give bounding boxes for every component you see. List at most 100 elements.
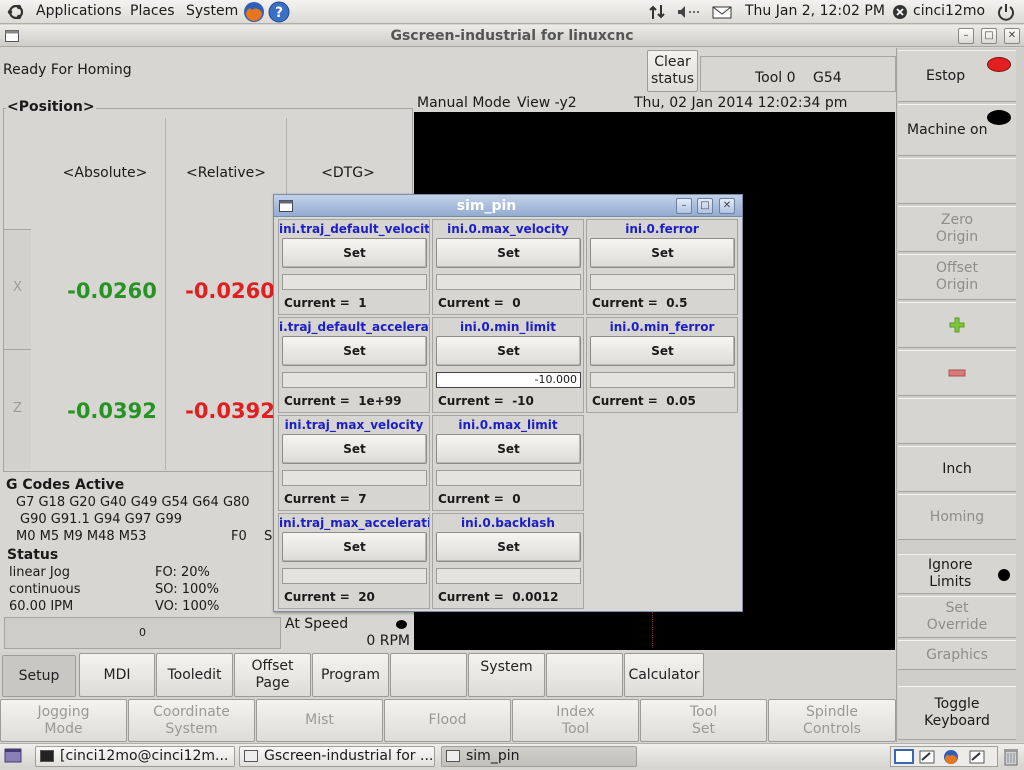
menu-applications[interactable]: Applications [36,3,122,19]
ubuntu-logo-icon[interactable] [6,3,28,21]
zero-origin-button[interactable]: Zero Origin [898,206,1016,252]
trash-icon[interactable] [1003,747,1019,770]
pin-value-input[interactable] [282,372,427,388]
pin-set-button[interactable]: Set [436,238,581,268]
spindle-override: SO: 100% [155,582,219,597]
maximize-icon[interactable]: □ [981,28,997,44]
pin-current-prefix: Current = [284,590,350,604]
blank-tab-2[interactable] [546,653,623,697]
jog-type: linear Jog [9,565,70,580]
blank-button-2[interactable] [898,398,1016,444]
pin-set-button[interactable]: Set [436,336,581,366]
firefox-icon[interactable] [243,1,265,27]
tab-mdi[interactable]: MDI [79,653,155,697]
pin-set-button[interactable]: Set [436,434,581,464]
volume-muted-icon[interactable] [676,5,700,23]
relative-header: <Relative> [186,165,266,181]
tab-program[interactable]: Program [312,653,389,697]
blank-button[interactable] [898,158,1016,204]
pin-set-button[interactable]: Set [436,532,581,562]
window-title-bar[interactable]: Gscreen-industrial for linuxcnc – □ ✕ [0,25,1024,47]
index-tool-button[interactable]: Index Tool [512,699,639,742]
pin-name: ini.0.min_limit [460,320,556,334]
task-terminal[interactable]: [cinci12mo@cinci12m... [35,746,235,767]
editor-icon[interactable] [919,750,935,768]
tab-calculator[interactable]: Calculator [624,653,704,697]
blank-tab[interactable] [390,653,467,697]
menu-system[interactable]: System [186,3,238,19]
minimize-icon[interactable]: – [958,28,974,44]
close-icon[interactable]: ✕ [719,198,735,214]
pin-current-value: Current = -10 [438,394,534,408]
pin-cell: ini.0.backlash Set Current = 0.0012 [432,513,584,609]
pin-set-button[interactable]: Set [282,532,427,562]
jog-increment-bar[interactable]: 0 [4,617,281,649]
task-gscreen[interactable]: Gscreen-industrial for ... [239,746,435,767]
mail-icon[interactable] [712,6,732,23]
help-icon[interactable]: ? [268,1,290,27]
pin-value-input[interactable]: -10.000 [436,372,581,388]
homing-button[interactable]: Homing [898,494,1016,540]
editor-icon[interactable] [969,750,985,768]
jogging-mode-button[interactable]: Jogging Mode [0,699,127,742]
tab-offset-page[interactable]: Offset Page [234,653,311,697]
pin-value-input[interactable] [282,274,427,290]
tab-system[interactable]: System [468,653,545,697]
jog-plus-button[interactable] [898,302,1016,348]
tool-set-button[interactable]: Tool Set [640,699,767,742]
tab-setup[interactable]: Setup [2,655,76,697]
sim-pin-window[interactable]: sim_pin – □ ✕ ini.traj_default_velocity S… [273,194,743,612]
pin-value-input[interactable] [590,372,735,388]
pin-set-button[interactable]: Set [282,336,427,366]
pin-set-button[interactable]: Set [590,336,735,366]
set-override-button[interactable]: Set Override [898,596,1016,638]
maximize-icon[interactable]: □ [697,198,713,214]
x-absolute-value: -0.0260 [67,279,157,303]
plus-icon [949,317,965,333]
pin-cell: ini.0.max_limit Set Current = 0 [432,415,584,511]
firefox-icon[interactable] [943,749,959,769]
minimize-icon[interactable]: – [676,198,692,214]
mist-button[interactable]: Mist [256,699,383,742]
axis-divider [4,349,31,350]
show-desktop-icon[interactable] [4,748,22,768]
offset-origin-button[interactable]: Offset Origin [898,254,1016,300]
clear-status-button[interactable]: Clear status [647,50,698,92]
pin-current-value: Current = 0.05 [592,394,696,408]
pin-cell: ini.0.min_ferror Set Current = 0.05 [586,317,738,413]
close-icon[interactable]: ✕ [1004,28,1020,44]
menu-places[interactable]: Places [130,3,175,19]
minus-icon [948,369,966,377]
pin-value-input[interactable] [436,470,581,486]
user-name[interactable]: cinci12mo [913,3,985,19]
flood-button[interactable]: Flood [384,699,511,742]
task-sim-pin[interactable]: sim_pin [441,746,637,767]
spindle-controls-button[interactable]: Spindle Controls [768,699,896,742]
jog-minus-button[interactable] [898,350,1016,396]
pin-value-input[interactable] [282,470,427,486]
inch-button[interactable]: Inch [898,446,1016,492]
pin-value-input[interactable] [590,274,735,290]
network-arrows-icon[interactable] [648,4,666,24]
workspace-1[interactable] [894,749,914,764]
pin-cell: ini.0.ferror Set Current = 0.5 [586,219,738,315]
pin-set-button[interactable]: Set [282,238,427,268]
pin-set-button[interactable]: Set [282,434,427,464]
pin-value-input[interactable] [436,274,581,290]
sim-pin-title-bar[interactable]: sim_pin – □ ✕ [274,195,742,217]
graphics-button[interactable]: Graphics [898,640,1016,670]
pin-set-button[interactable]: Set [590,238,735,268]
toggle-keyboard-button[interactable]: Toggle Keyboard [898,686,1016,740]
workspace-switcher[interactable] [890,746,998,767]
tab-tooledit[interactable]: Tooledit [156,653,233,697]
clock[interactable]: Thu Jan 2, 12:02 PM [745,3,885,19]
coordinate-system-button[interactable]: Coordinate System [128,699,255,742]
pin-name: i.traj_default_acceleratio [279,320,429,334]
pin-current-value: Current = 0 [438,296,521,310]
pin-value-input[interactable] [436,568,581,584]
pin-value-input[interactable] [282,568,427,584]
pin-name: ini.0.min_ferror [609,320,715,334]
jog-mode: continuous [9,582,81,597]
taskbar: [cinci12mo@cinci12m... Gscreen-industria… [0,743,1024,768]
power-icon[interactable] [997,3,1015,25]
